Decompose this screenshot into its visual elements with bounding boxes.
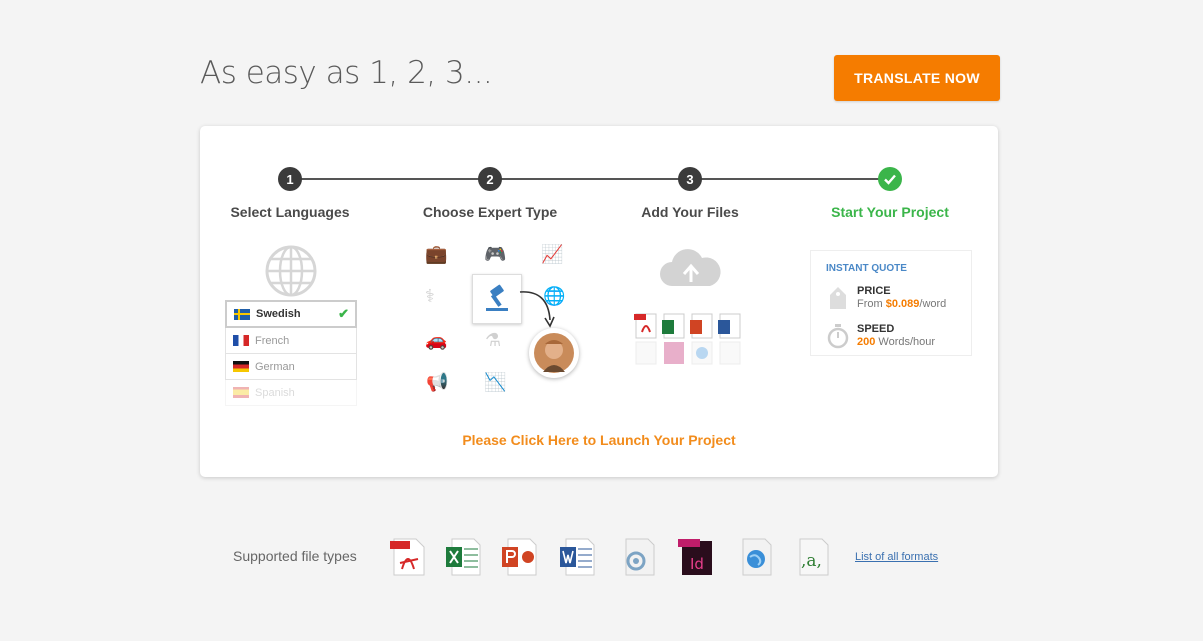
step-4-check-icon (878, 167, 902, 191)
price-suffix: /word (919, 298, 947, 310)
cloud-upload-icon (660, 249, 721, 286)
web-file-icon (742, 538, 772, 576)
checkmark-icon: ✔ (338, 306, 349, 321)
presentation-icon: 📈 (541, 244, 564, 264)
germany-flag-icon (233, 361, 249, 372)
steps-card: 1 2 3 Select Languages Choose Expert Typ… (200, 126, 998, 477)
sweden-flag-icon (234, 308, 250, 320)
speed-suffix: Words/hour (875, 336, 936, 348)
chart-line-icon: 📉 (484, 372, 507, 392)
quote-title: INSTANT QUOTE (826, 263, 907, 274)
file-types-cluster (634, 313, 741, 365)
word-file-icon (560, 538, 595, 576)
language-option-swedish[interactable]: Swedish ✔ (225, 300, 357, 328)
language-label: French (255, 334, 290, 347)
price-label: PRICE (857, 285, 891, 297)
legal-expert-option[interactable] (472, 274, 522, 324)
avatar (529, 328, 579, 378)
step-1-label: Select Languages (230, 204, 350, 220)
translate-now-button[interactable]: TRANSLATE NOW (834, 55, 1000, 101)
speed-label: SPEED (857, 323, 895, 335)
language-label: Spanish (255, 386, 295, 399)
briefcase-icon: 💼 (425, 244, 448, 264)
svg-text:Id: Id (690, 555, 704, 573)
language-option-german[interactable]: German (225, 354, 357, 380)
settings-file-icon (625, 538, 655, 576)
car-icon: 🚗 (425, 330, 448, 350)
price-prefix: From (857, 298, 886, 310)
language-list: Swedish ✔ French German Spanish (225, 300, 357, 406)
price-value: $0.089 (885, 298, 920, 310)
globe-icon (265, 245, 317, 297)
headline: As easy as 1, 2, 3... (200, 55, 493, 91)
instant-quote-panel: INSTANT QUOTE PRICE From $0.089/word SPE… (810, 250, 972, 356)
stopwatch-icon (827, 324, 849, 349)
language-label: German (255, 360, 295, 373)
step-2-badge: 2 (478, 167, 502, 191)
step-1-badge: 1 (278, 167, 302, 191)
lab-flask-icon: ⚗ (485, 330, 502, 350)
language-option-spanish[interactable]: Spanish (225, 380, 357, 406)
pdf-file-icon (390, 538, 425, 576)
indesign-file-icon: Id (678, 539, 712, 575)
step-4-label: Start Your Project (831, 204, 949, 220)
speed-value: 200 (857, 336, 876, 348)
progress-track (290, 178, 890, 180)
powerpoint-file-icon (502, 538, 537, 576)
svg-text:,a,: ,a, (801, 551, 822, 571)
language-option-french[interactable]: French (225, 328, 357, 354)
supported-file-types-label: Supported file types (233, 548, 357, 564)
step-3-label: Add Your Files (641, 204, 739, 220)
stethoscope-icon: ⚕ (425, 286, 435, 306)
launch-project-link[interactable]: Please Click Here to Launch Your Project (200, 432, 998, 448)
france-flag-icon (233, 335, 249, 346)
text-file-icon: ,a, (799, 538, 829, 576)
step-2-label: Choose Expert Type (422, 204, 558, 220)
megaphone-icon: 📢 (426, 372, 449, 392)
price-tag-icon (830, 287, 846, 309)
spain-flag-icon (233, 387, 249, 398)
list-of-all-formats-link[interactable]: List of all formats (855, 551, 938, 563)
excel-file-icon (446, 538, 481, 576)
arrow-icon (519, 291, 555, 328)
language-label: Swedish (256, 308, 301, 320)
gavel-icon (486, 284, 508, 311)
gamepad-icon: 🎮 (484, 244, 507, 264)
step-3-badge: 3 (678, 167, 702, 191)
